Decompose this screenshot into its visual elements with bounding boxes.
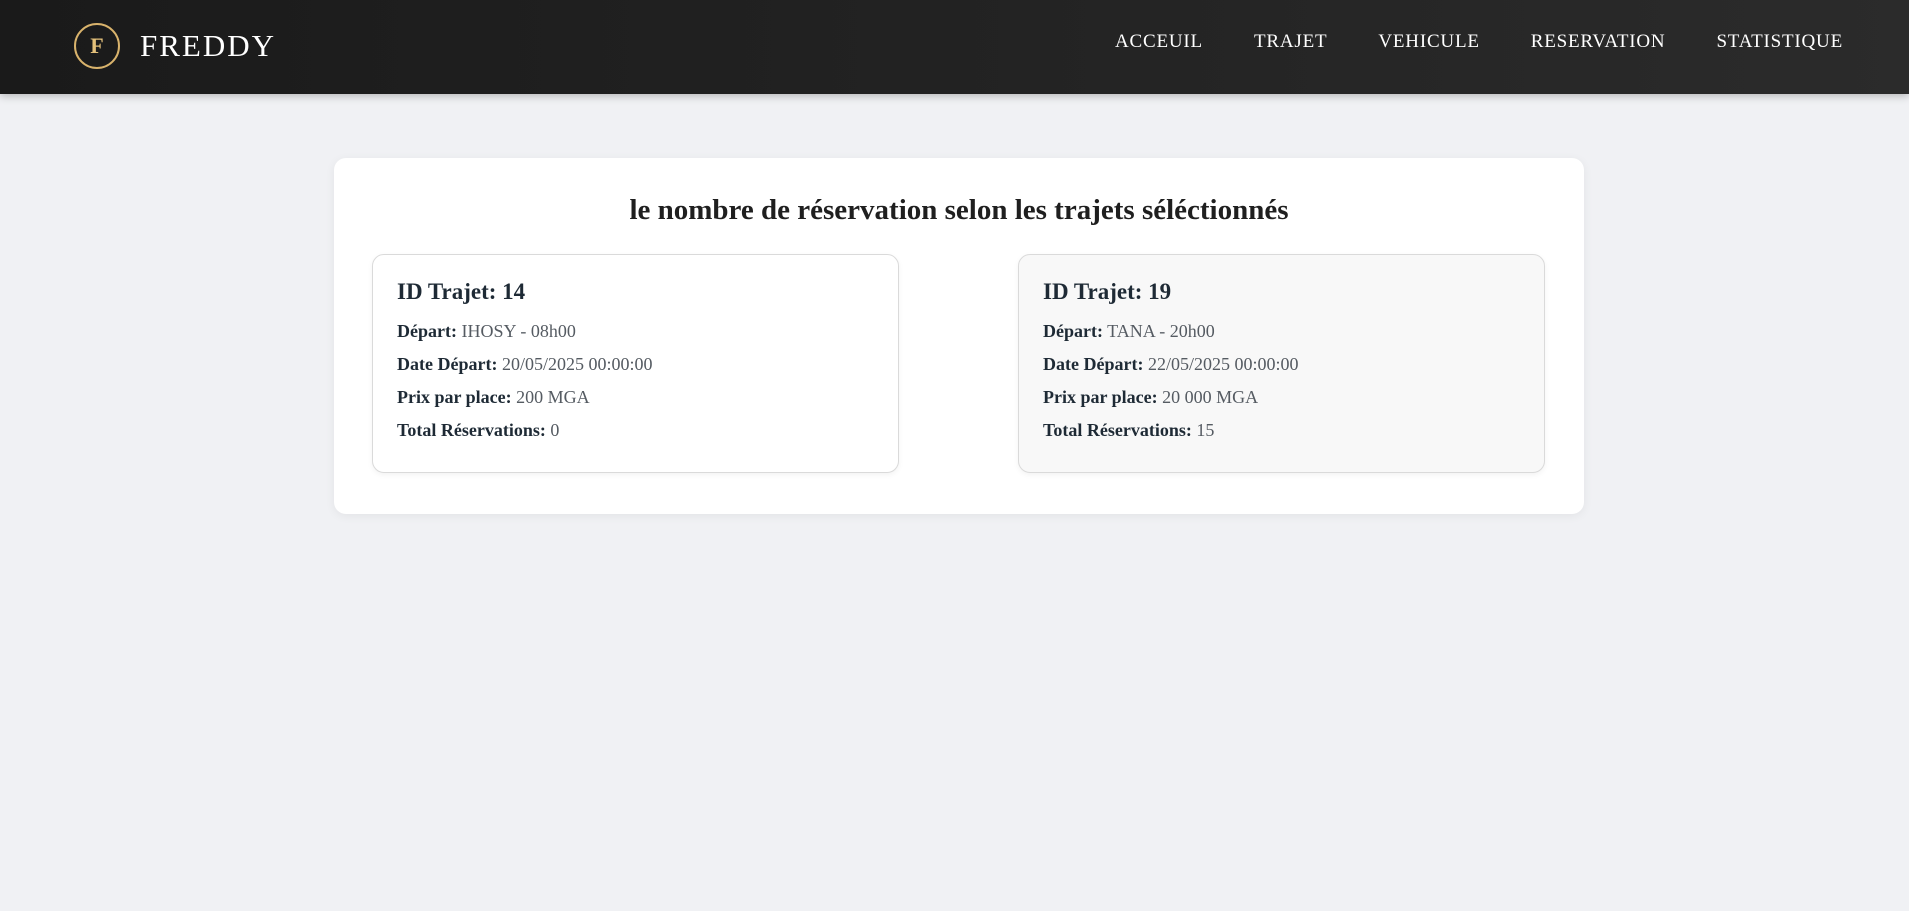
prix-value: 20 000 MGA — [1162, 387, 1259, 407]
date-value: 22/05/2025 00:00:00 — [1147, 354, 1299, 374]
brand[interactable]: F FREDDY — [74, 20, 276, 72]
prix-row: Prix par place: 200 MGA — [397, 381, 874, 414]
date-row: Date Départ: 22/05/2025 00:00:00 — [1043, 348, 1520, 381]
depart-row: Départ: TANA - 20h00 — [1043, 315, 1520, 348]
logo-icon: F — [74, 23, 120, 69]
prix-label: Prix par place: — [1043, 387, 1158, 407]
total-value: 0 — [550, 420, 560, 440]
date-value: 20/05/2025 00:00:00 — [501, 354, 653, 374]
trajet-card: ID Trajet: 19 Départ: TANA - 20h00 Date … — [1018, 254, 1545, 473]
card-title: ID Trajet: 19 — [1043, 279, 1172, 304]
depart-label: Départ: — [397, 321, 457, 341]
prix-row: Prix par place: 20 000 MGA — [1043, 381, 1520, 414]
main-nav: ACCEUIL TRAJET VEHICULE RESERVATION STAT… — [1115, 31, 1843, 53]
page-title: le nombre de réservation selon les traje… — [629, 194, 1289, 226]
depart-value: TANA - 20h00 — [1107, 321, 1215, 341]
total-label: Total Réservations: — [397, 420, 546, 440]
depart-label: Départ: — [1043, 321, 1103, 341]
statistics-panel: le nombre de réservation selon les traje… — [334, 158, 1584, 514]
depart-value: IHOSY - 08h00 — [461, 321, 576, 341]
prix-value: 200 MGA — [516, 387, 590, 407]
total-label: Total Réservations: — [1043, 420, 1192, 440]
date-label: Date Départ: — [1043, 354, 1144, 374]
nav-item-trajet[interactable]: TRAJET — [1254, 31, 1327, 53]
nav-item-vehicule[interactable]: VEHICULE — [1378, 31, 1479, 53]
trajet-card: ID Trajet: 14 Départ: IHOSY - 08h00 Date… — [372, 254, 899, 473]
nav-item-reservation[interactable]: RESERVATION — [1531, 31, 1666, 53]
card-title: ID Trajet: 14 — [397, 279, 526, 304]
nav-item-statistique[interactable]: STATISTIQUE — [1716, 31, 1843, 53]
brand-name: FREDDY — [140, 28, 277, 63]
total-row: Total Réservations: 15 — [1043, 414, 1520, 447]
date-row: Date Départ: 20/05/2025 00:00:00 — [397, 348, 874, 381]
top-navbar: F FREDDY ACCEUIL TRAJET VEHICULE RESERVA… — [0, 0, 1909, 94]
depart-row: Départ: IHOSY - 08h00 — [397, 315, 874, 348]
total-value: 15 — [1196, 420, 1215, 440]
nav-item-acceuil[interactable]: ACCEUIL — [1115, 31, 1203, 53]
total-row: Total Réservations: 0 — [397, 414, 874, 447]
prix-label: Prix par place: — [397, 387, 512, 407]
date-label: Date Départ: — [397, 354, 498, 374]
